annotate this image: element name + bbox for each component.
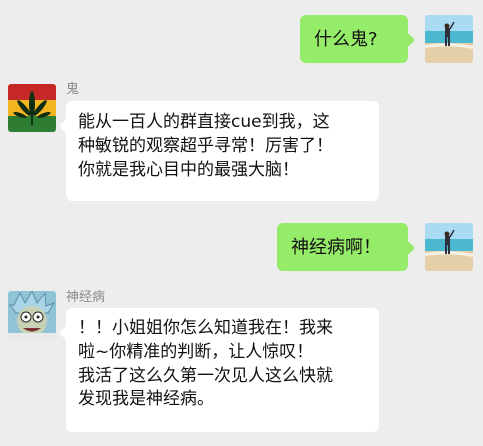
my-avatar[interactable] — [425, 15, 473, 63]
outgoing-message-bubble[interactable]: 神经病啊！ — [277, 223, 415, 271]
message-text: 神经病啊！ — [291, 237, 381, 258]
message-text: 什么鬼? — [314, 29, 378, 50]
message-text: 能从一百人的群直接cue到我，这 种敏锐的观察超乎寻常！厉害了！ 你就是我心目中… — [78, 112, 333, 180]
bubble-tail — [408, 33, 415, 47]
incoming-message-bubble[interactable]: 能从一百人的群直接cue到我，这 种敏锐的观察超乎寻常！厉害了！ 你就是我心目中… — [59, 101, 379, 201]
cannabis-leaf-icon — [8, 84, 56, 132]
sender-avatar-shenjingbing[interactable] — [8, 291, 56, 339]
beach-photo-icon — [425, 15, 473, 63]
cartoon-scientist-icon — [8, 291, 56, 339]
outgoing-message-bubble[interactable]: 什么鬼? — [300, 15, 415, 63]
my-avatar[interactable] — [425, 223, 473, 271]
sender-name: 神经病 — [66, 290, 106, 305]
sender-avatar-gui[interactable] — [8, 84, 56, 132]
incoming-message-bubble[interactable]: ！！小姐姐你怎么知道我在！我来 啦~你精准的判断，让人惊叹！ 我活了这么久第一次… — [59, 308, 379, 432]
bubble-tail — [59, 326, 66, 340]
message-text: ！！小姐姐你怎么知道我在！我来 啦~你精准的判断，让人惊叹！ 我活了这么久第一次… — [78, 318, 333, 410]
bubble-tail — [59, 119, 66, 133]
bubble-tail — [408, 241, 415, 255]
beach-photo-icon — [425, 223, 473, 271]
sender-name: 鬼 — [66, 82, 80, 97]
